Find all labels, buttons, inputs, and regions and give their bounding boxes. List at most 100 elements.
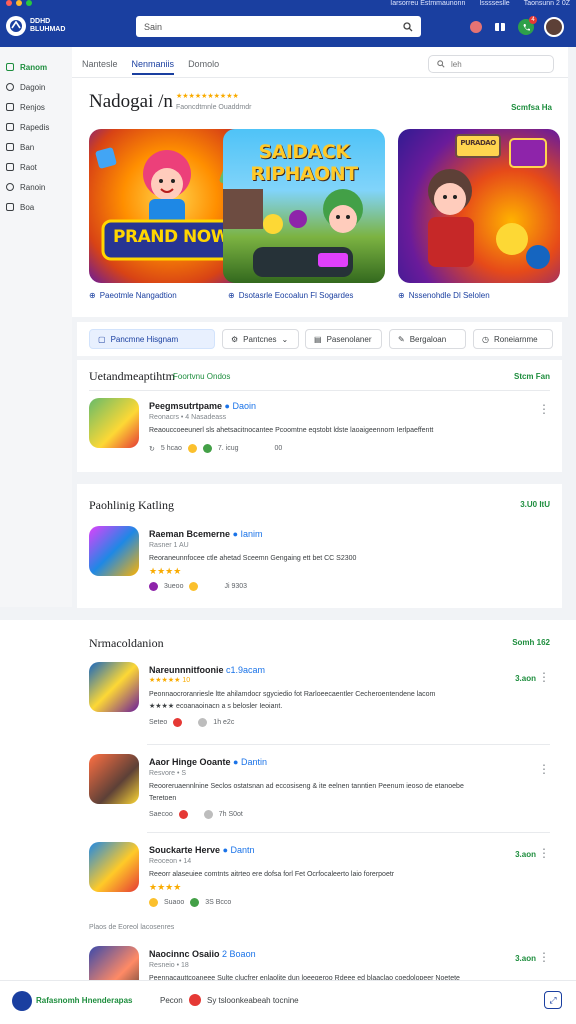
list-item[interactable]: Aaor Hinge Ooante ● Dantin Resvore • S R… (77, 754, 562, 834)
minimize-window-button[interactable] (16, 0, 22, 6)
app-developer[interactable]: 2 Boaon (222, 949, 256, 959)
close-window-button[interactable] (6, 0, 12, 6)
sidebar-item-home[interactable]: Ranom (0, 57, 72, 77)
top-meta: Iarsorreu Estmmaunonn Isssseslle Taonsun… (390, 0, 570, 7)
avatar[interactable] (544, 17, 564, 37)
featured-caption-1[interactable]: ⊕ Paeotmle Nangadtion (89, 291, 177, 300)
app-name: Raeman Bcemerne (149, 529, 231, 539)
more-options-icon[interactable]: ⋮ (538, 670, 550, 684)
page-subtitle: Faoncdtmnle Ouaddmdr (176, 104, 252, 111)
verified-icon: ● (232, 529, 238, 539)
gem-icon (189, 582, 199, 591)
more-options-icon[interactable]: ⋮ (538, 762, 550, 776)
bottom-extra: Sy tsloonkeabeah tocnine (207, 996, 299, 1005)
list-item[interactable]: Nareunnnitfoonie c1.9acam ★★★★★ 10 Peonn… (77, 662, 562, 742)
library-icon[interactable] (492, 19, 508, 35)
bottom-status: Pecon (160, 996, 183, 1005)
app-developer[interactable]: Dantin (241, 757, 267, 767)
app-icon (89, 526, 139, 576)
app-meta: Resvore • S (149, 770, 187, 777)
section-title: Nrmacoldanion (89, 636, 164, 650)
logo-icon[interactable] (12, 991, 32, 1011)
bottom-label[interactable]: Rafasnomh Hnenderapas (36, 996, 132, 1005)
app-developer[interactable]: Ianim (241, 529, 263, 539)
app-developer[interactable]: Daoin (233, 401, 257, 411)
see-all-link[interactable]: Stcm Fan (514, 372, 550, 381)
bottom-bar: Rafasnomh Hnenderapas Pecon Sy tsloonkea… (0, 980, 576, 1024)
game-art-title: PRAND NOW (113, 227, 229, 247)
app-developer[interactable]: Dantn (231, 845, 255, 855)
app-name: Nareunnnitfoonie (149, 665, 224, 675)
filter-chip-3[interactable]: ▤ Pasenolaner (305, 329, 382, 349)
gem-icon (202, 444, 212, 453)
rating-stars: ★★★★ (149, 882, 182, 892)
list-icon: ▤ (314, 334, 322, 344)
sidebar-item-rankings[interactable]: Renjos (0, 97, 72, 117)
more-options-icon[interactable]: ⋮ (538, 950, 550, 964)
coin-icon (173, 718, 183, 727)
featured-caption-3[interactable]: ⊕ Nssenohdle Dl Selolen (398, 291, 490, 300)
app-description: Peonnaocroranriesle ltte ahilamdocr sgyc… (149, 691, 436, 698)
list-item[interactable]: Raeman Bcemerne ● Ianim Rasner 1 AU Reor… (77, 526, 562, 596)
featured-caption-2[interactable]: ⊕ Dsotasrle Eocoalun Fl Sogardes (228, 291, 353, 300)
app-name: Souckarte Herve (149, 845, 221, 855)
sidebar-item-more[interactable]: Boa (0, 197, 72, 217)
rating-stars: ★★★★★ 10 (149, 677, 191, 684)
app-stats: Saecoo 7h S0ot (149, 810, 243, 819)
grid-icon (6, 103, 14, 111)
sidebar-item-offers[interactable]: Raot (0, 157, 72, 177)
share-icon: ↻ (149, 445, 155, 453)
divider (72, 77, 568, 78)
app-description-2: ★★★★ ecoanaoinacn a s belosler Ieoiant. (149, 703, 283, 710)
tab-top[interactable]: Domolo (188, 59, 219, 75)
gem-icon (198, 718, 208, 727)
more-icon (6, 203, 14, 211)
phone-icon[interactable]: 4 (518, 16, 537, 35)
page-title: Nadogai /n (89, 91, 173, 112)
app-icon (89, 754, 139, 804)
sidebar-item-games[interactable]: Dagoin (0, 77, 72, 97)
price-label[interactable]: 3.aon (515, 850, 536, 859)
filter-bar: ▢ Pancmne Hisgnam ⚙ Pantcnes ⌄ ▤ Pasenolaner… (77, 322, 562, 356)
app-description-2: Teretoen (149, 795, 177, 802)
list-item[interactable]: Souckarte Herve ● Dantn Reoceon • 14 Ree… (77, 842, 562, 922)
notification-icon[interactable] (470, 21, 482, 33)
more-options-icon[interactable]: ⋮ (538, 846, 550, 860)
see-all-link[interactable]: Somh 162 (512, 638, 550, 647)
app-description: Reeorr alaseuiee comtnts aitrteo ere dof… (149, 871, 395, 878)
panel-search-input[interactable]: leh (428, 55, 554, 73)
search-input[interactable]: Sain (136, 16, 421, 37)
search-icon[interactable] (403, 21, 413, 32)
app-logo[interactable]: DDHD BLUHMAD (6, 16, 74, 36)
notification-badge: 4 (529, 16, 537, 24)
filter-chip-2[interactable]: ⚙ Pantcnes ⌄ (222, 329, 299, 349)
book-icon (6, 143, 14, 151)
price-label[interactable]: 3.aon (515, 674, 536, 683)
see-all-link[interactable]: Scmfsa Ha (511, 103, 552, 112)
see-all-link[interactable]: 3.U0 ItU (520, 500, 550, 509)
maximize-window-button[interactable] (26, 0, 32, 6)
app-developer[interactable]: c1.9acam (226, 665, 265, 675)
tab-featured[interactable]: Nenmaniis (131, 59, 175, 75)
filter-chip-1[interactable]: ▢ Pancmne Hisgnam (89, 329, 215, 349)
sidebar-item-settings[interactable]: Ranoin (0, 177, 72, 197)
featured-card-2[interactable]: SAIDACK RIPHAONT (223, 129, 385, 283)
verified-icon: ● (224, 401, 230, 411)
featured-card-3[interactable]: PURADAO (398, 129, 560, 283)
clock-icon: ◷ (482, 334, 489, 344)
more-options-icon[interactable]: ⋮ (538, 402, 550, 416)
record-icon[interactable] (189, 994, 201, 1006)
tab-new[interactable]: Nantesle (82, 59, 118, 75)
expand-icon[interactable]: ⤢ (544, 991, 562, 1009)
section-title: Paohlinig Katling (89, 498, 174, 512)
price-label[interactable]: 3.aon (515, 954, 536, 963)
list-item[interactable]: Peegmsutrtpame ● Daoin Reonacrs • 4 Nasa… (77, 398, 562, 458)
sidebar-item-reports[interactable]: Rapedis (0, 117, 72, 137)
game-art-3 (428, 134, 550, 269)
filter-chip-5[interactable]: ◷ Roneiarnme (473, 329, 553, 349)
verified-icon: ● (233, 757, 239, 767)
sidebar-item-library[interactable]: Ban (0, 137, 72, 157)
coin-icon (178, 810, 188, 819)
filter-chip-4[interactable]: ✎ Bergaloan (389, 329, 466, 349)
games-icon (6, 83, 14, 91)
